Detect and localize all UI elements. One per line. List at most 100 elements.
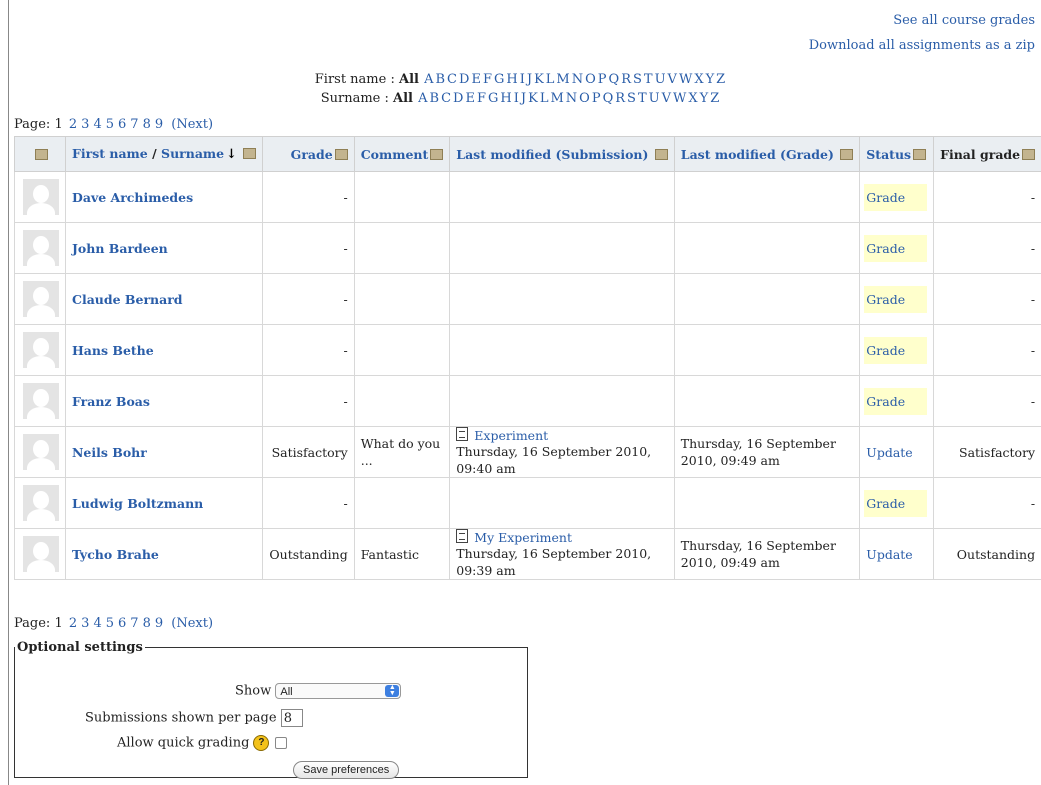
letter-filter-link[interactable]: B <box>435 72 445 87</box>
letter-filter-link[interactable]: Q <box>603 91 614 106</box>
letter-filter-link[interactable]: U <box>655 72 666 87</box>
student-name-link[interactable]: Franz Boas <box>72 394 150 409</box>
letter-filter-link[interactable]: N <box>566 91 577 106</box>
student-name-link[interactable]: Dave Archimedes <box>72 190 193 205</box>
avatar[interactable] <box>23 179 59 215</box>
letter-filter-link[interactable]: J <box>521 91 526 106</box>
hide-column-icon[interactable] <box>654 148 668 160</box>
avatar[interactable] <box>23 332 59 368</box>
sort-status-link[interactable]: Status <box>866 147 911 162</box>
page-link[interactable]: 7 <box>130 117 138 132</box>
page-link[interactable]: 2 <box>69 117 77 132</box>
hide-column-icon[interactable] <box>243 148 257 159</box>
page-link[interactable]: 4 <box>93 117 101 132</box>
avatar[interactable] <box>23 230 59 266</box>
letter-filter-link[interactable]: L <box>540 91 549 106</box>
grade-status-link[interactable]: Grade <box>864 489 928 517</box>
page-link[interactable]: 2 <box>69 616 77 631</box>
page-link[interactable]: 6 <box>118 117 126 132</box>
letter-filter-link[interactable]: Y <box>700 91 709 106</box>
page-link[interactable]: 5 <box>106 616 114 631</box>
letter-filter-link[interactable]: C <box>441 91 451 106</box>
letter-filter-link[interactable]: P <box>598 72 607 87</box>
letter-filter-link[interactable]: O <box>579 91 590 106</box>
sort-surname-link[interactable]: Surname <box>161 146 224 161</box>
letter-filter-link[interactable]: M <box>556 72 569 87</box>
student-name-link[interactable]: Hans Bethe <box>72 343 154 358</box>
letter-filter-link[interactable]: J <box>527 72 532 87</box>
letter-filter-link[interactable]: R <box>621 72 631 87</box>
update-status-link[interactable]: Update <box>866 547 912 562</box>
update-status-link[interactable]: Update <box>866 445 912 460</box>
hide-column-icon[interactable] <box>840 148 854 160</box>
student-name-link[interactable]: Neils Bohr <box>72 445 147 460</box>
letter-filter-link[interactable]: A <box>424 72 433 87</box>
letter-filter-link[interactable]: V <box>668 72 677 87</box>
sort-firstname-link[interactable]: First name <box>72 146 148 161</box>
page-link[interactable]: 4 <box>93 616 101 631</box>
letter-filter-link[interactable]: D <box>453 91 463 106</box>
letter-filter-link[interactable]: T <box>644 72 653 87</box>
letter-filter-link[interactable]: B <box>430 91 440 106</box>
letter-filter-link[interactable]: S <box>633 72 642 87</box>
avatar[interactable] <box>23 536 59 572</box>
letter-filter-link[interactable]: K <box>528 91 538 106</box>
sort-grade-link[interactable]: Grade <box>291 147 333 162</box>
letter-filter-link[interactable]: U <box>649 91 660 106</box>
avatar[interactable] <box>23 485 59 521</box>
letter-filter-link[interactable]: X <box>694 72 703 87</box>
letter-filter-link[interactable]: N <box>572 72 583 87</box>
grade-status-link[interactable]: Grade <box>864 234 928 262</box>
page-link[interactable]: 5 <box>106 117 114 132</box>
letter-filter-link[interactable]: E <box>471 72 481 87</box>
grade-status-link[interactable]: Grade <box>864 387 928 415</box>
letter-filter-link[interactable]: I <box>514 91 519 106</box>
hide-column-icon[interactable] <box>1022 148 1036 160</box>
per-page-input[interactable]: 8 <box>280 709 303 727</box>
letter-filter-link[interactable]: G <box>488 91 498 106</box>
page-link[interactable]: 9 <box>155 117 163 132</box>
page-link[interactable]: 3 <box>81 616 89 631</box>
save-preferences-button[interactable]: Save preferences <box>293 761 400 779</box>
letter-filter-link[interactable]: S <box>627 91 636 106</box>
letter-filter-link[interactable]: F <box>483 72 492 87</box>
letter-filter-link[interactable]: Q <box>609 72 620 87</box>
sort-submission-date-link[interactable]: Last modified (Submission) <box>456 147 648 162</box>
sort-grade-date-link[interactable]: Last modified (Grade) <box>681 147 834 162</box>
letter-filter-link[interactable]: Z <box>716 72 725 87</box>
submission-file-link[interactable]: Experiment <box>474 428 548 443</box>
page-link[interactable]: 9 <box>155 616 163 631</box>
show-filter-select[interactable]: All ▲ ▼ <box>275 683 402 699</box>
letter-filter-link[interactable]: L <box>546 72 555 87</box>
letter-filter-link[interactable]: V <box>662 91 671 106</box>
page-link[interactable]: 8 <box>143 117 151 132</box>
student-name-link[interactable]: Tycho Brahe <box>72 547 159 562</box>
letter-filter-link[interactable]: H <box>506 72 517 87</box>
letter-filter-link[interactable]: W <box>673 91 686 106</box>
hide-column-icon[interactable] <box>913 148 927 160</box>
see-all-course-grades-link[interactable]: See all course grades <box>893 13 1035 28</box>
download-zip-link[interactable]: Download all assignments as a zip <box>809 38 1035 53</box>
paging-next-link[interactable]: (Next) <box>171 117 213 132</box>
letter-filter-link[interactable]: G <box>494 72 504 87</box>
hide-column-icon[interactable] <box>430 148 444 160</box>
quick-grading-checkbox[interactable] <box>275 737 288 749</box>
firstname-filter-all[interactable]: All <box>399 72 419 87</box>
letter-filter-link[interactable]: O <box>585 72 596 87</box>
hide-column-icon[interactable] <box>334 148 348 160</box>
letter-filter-link[interactable]: W <box>679 72 692 87</box>
letter-filter-link[interactable]: E <box>465 91 475 106</box>
help-icon[interactable]: ? <box>253 735 270 751</box>
letter-filter-link[interactable]: H <box>500 91 511 106</box>
avatar[interactable] <box>23 434 59 470</box>
letter-filter-link[interactable]: T <box>638 91 647 106</box>
grade-status-link[interactable]: Grade <box>864 183 928 211</box>
letter-filter-link[interactable]: X <box>688 91 697 106</box>
student-name-link[interactable]: Ludwig Boltzmann <box>72 496 203 511</box>
letter-filter-link[interactable]: R <box>615 91 625 106</box>
page-link[interactable]: 3 <box>81 117 89 132</box>
letter-filter-link[interactable]: M <box>550 91 563 106</box>
avatar[interactable] <box>23 281 59 317</box>
letter-filter-link[interactable]: F <box>477 91 486 106</box>
student-name-link[interactable]: John Bardeen <box>72 241 168 256</box>
